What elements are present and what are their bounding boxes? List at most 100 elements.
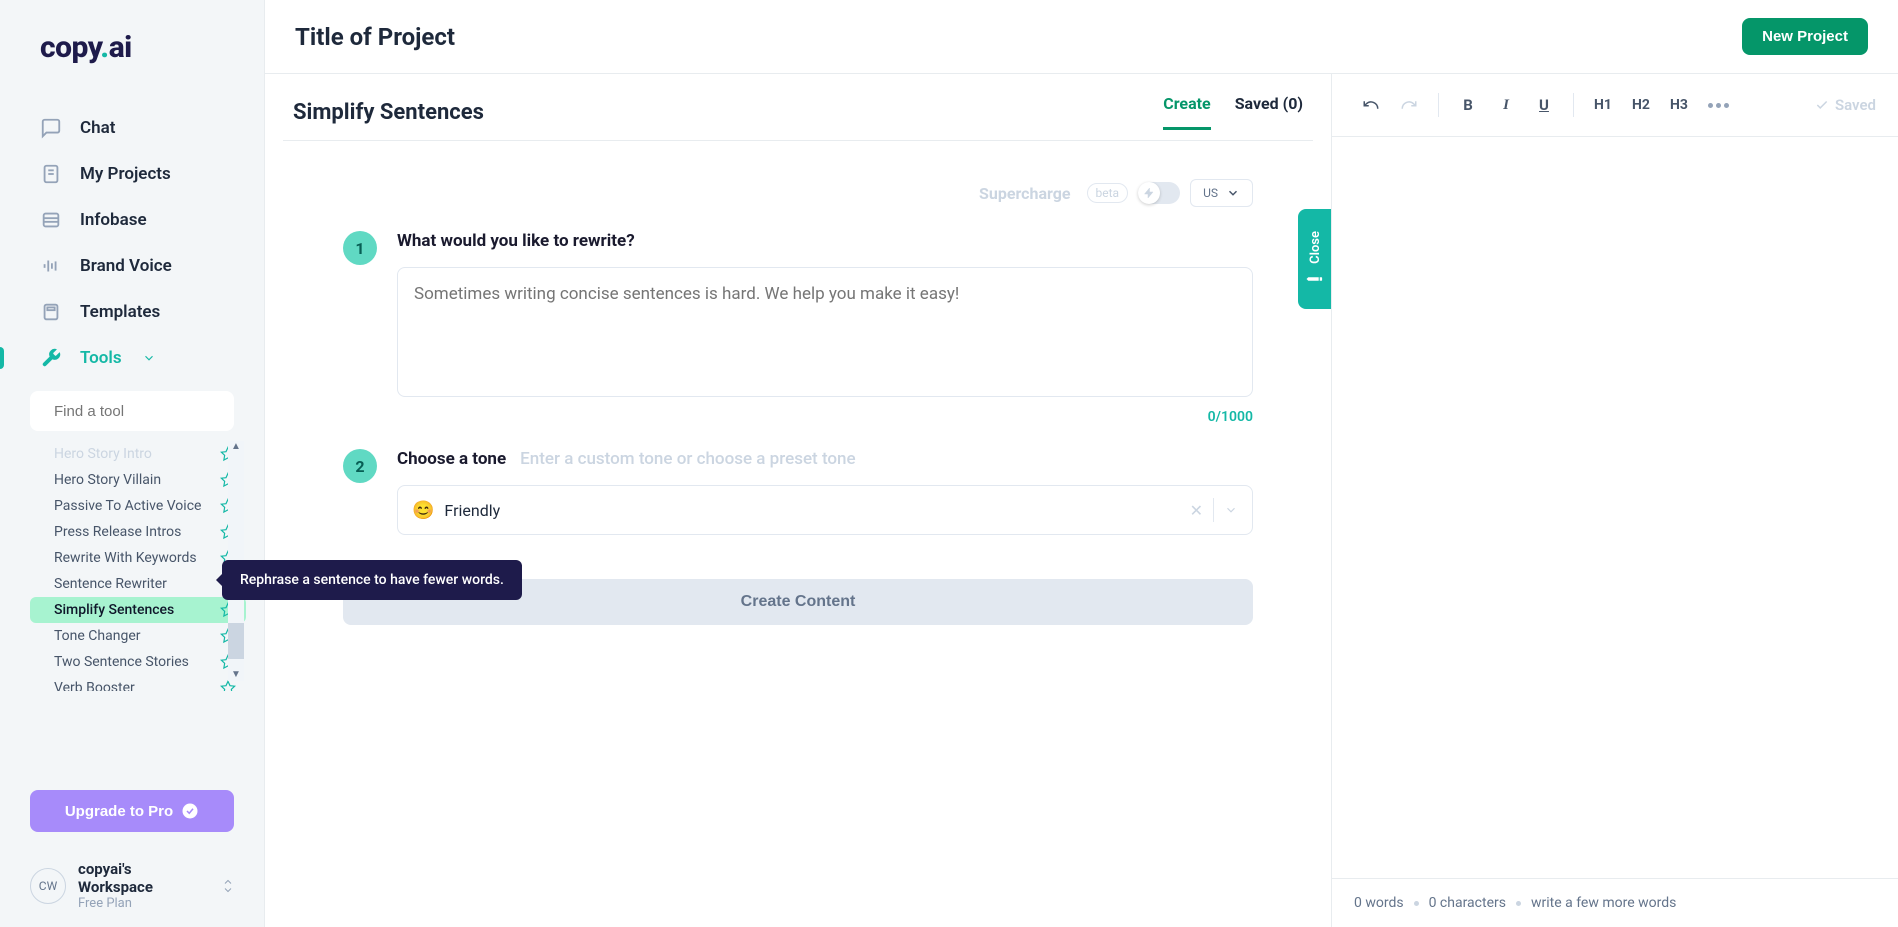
tool-label: Verb Booster: [54, 680, 135, 691]
editor-toolbar: B I U H1 H2 H3 Saved: [1332, 74, 1898, 137]
tool-label: Hero Story Villain: [54, 472, 161, 488]
workspace-switcher[interactable]: CW copyai's Workspace Free Plan: [0, 844, 264, 927]
step-1-title: What would you like to rewrite?: [397, 231, 1253, 251]
clear-tone-icon[interactable]: ✕: [1190, 501, 1203, 520]
scroll-up-icon[interactable]: ▲: [231, 441, 241, 453]
redo-button[interactable]: [1392, 88, 1426, 122]
step-2-badge: 2: [343, 449, 377, 483]
nav-tools[interactable]: Tools: [30, 335, 234, 381]
tool-item-verb-booster[interactable]: Verb Booster: [30, 675, 246, 691]
active-indicator: [0, 347, 4, 369]
wrench-icon: [40, 347, 62, 369]
editor-footer: 0 words 0 characters write a few more wo…: [1332, 878, 1898, 927]
tool-label: Hero Story Intro: [54, 446, 152, 462]
upgrade-button[interactable]: Upgrade to Pro: [30, 790, 234, 832]
check-icon: [1815, 98, 1829, 112]
tool-item-passive-active[interactable]: Passive To Active Voice: [30, 493, 246, 519]
tool-label: Passive To Active Voice: [54, 498, 201, 514]
step-1-badge: 1: [343, 231, 377, 265]
tool-item-two-sentence[interactable]: Two Sentence Stories: [30, 649, 246, 675]
bold-button[interactable]: B: [1451, 88, 1485, 122]
tool-search[interactable]: [30, 391, 234, 431]
tool-label: Press Release Intros: [54, 524, 181, 540]
underline-button[interactable]: U: [1527, 88, 1561, 122]
tool-item-hero-story-villain[interactable]: Hero Story Villain: [30, 467, 246, 493]
chevron-down-icon: [142, 351, 156, 365]
new-project-button[interactable]: New Project: [1742, 18, 1868, 55]
h3-button[interactable]: H3: [1662, 88, 1696, 122]
avatar: CW: [30, 868, 66, 904]
tool-item-simplify-sentences[interactable]: Simplify Sentences: [30, 597, 246, 623]
tooltip: Rephrase a sentence to have fewer words.: [222, 560, 522, 600]
nav-label: Infobase: [80, 210, 147, 230]
tone-select[interactable]: 😊 Friendly ✕: [397, 485, 1253, 535]
nav-label: Templates: [80, 302, 160, 322]
tabs: Create Saved (0): [1163, 94, 1303, 130]
pencil-icon: [1304, 268, 1327, 291]
tool-item-hero-story-intro[interactable]: Hero Story Intro: [30, 441, 246, 467]
nav-brand-voice[interactable]: Brand Voice: [30, 243, 234, 289]
close-label: Close: [1308, 231, 1323, 264]
search-input[interactable]: [54, 403, 253, 420]
char-counter: 0/1000: [397, 409, 1253, 425]
tool-item-rewrite-keywords[interactable]: Rewrite With Keywords: [30, 545, 246, 571]
h2-button[interactable]: H2: [1624, 88, 1658, 122]
language-select[interactable]: US: [1190, 179, 1253, 207]
document-icon: [40, 163, 62, 185]
italic-button[interactable]: I: [1489, 88, 1523, 122]
tool-label: Rewrite With Keywords: [54, 550, 197, 566]
tool-label: Two Sentence Stories: [54, 654, 189, 670]
redo-icon: [1400, 96, 1418, 114]
scroll-down-icon[interactable]: ▼: [231, 669, 241, 681]
bolt-icon: [1143, 187, 1155, 199]
project-title[interactable]: Title of Project: [295, 23, 455, 51]
more-button[interactable]: [1700, 103, 1737, 108]
form-panel: Simplify Sentences Create Saved (0) Supe…: [265, 74, 1332, 927]
tab-create[interactable]: Create: [1163, 94, 1210, 130]
nav-label: Chat: [80, 118, 115, 138]
nav-infobase[interactable]: Infobase: [30, 197, 234, 243]
close-panel-tab[interactable]: Close: [1298, 209, 1332, 309]
scrollbar-thumb[interactable]: [228, 623, 244, 659]
step-2-subtitle: Enter a custom tone or choose a preset t…: [520, 449, 855, 469]
nav-label: Tools: [80, 348, 122, 368]
lang-label: US: [1203, 186, 1218, 200]
star-icon[interactable]: [220, 680, 236, 691]
nav-label: My Projects: [80, 164, 171, 184]
saved-indicator: Saved: [1815, 96, 1876, 114]
tone-value: Friendly: [444, 501, 500, 520]
nav-templates[interactable]: Templates: [30, 289, 234, 335]
nav-chat[interactable]: Chat: [30, 105, 234, 151]
database-icon: [40, 209, 62, 231]
rewrite-textarea[interactable]: [397, 267, 1253, 397]
tool-item-sentence-rewriter[interactable]: Sentence Rewriter: [30, 571, 246, 597]
workspace-plan: Free Plan: [78, 896, 210, 911]
chevron-down-icon[interactable]: [1224, 503, 1238, 517]
tool-title: Simplify Sentences: [293, 100, 484, 125]
tool-label: Sentence Rewriter: [54, 576, 167, 592]
supercharge-toggle[interactable]: [1138, 182, 1180, 204]
template-icon: [40, 301, 62, 323]
footer-hint: write a few more words: [1531, 895, 1676, 911]
logo: copy.ai: [0, 0, 264, 105]
updown-icon: [222, 878, 234, 894]
main-nav: Chat My Projects Infobase Brand Voice Te…: [0, 105, 264, 381]
nav-my-projects[interactable]: My Projects: [30, 151, 234, 197]
word-count: 0 words: [1354, 895, 1404, 911]
chat-icon: [40, 117, 62, 139]
h1-button[interactable]: H1: [1586, 88, 1620, 122]
tool-item-tone-changer[interactable]: Tone Changer: [30, 623, 246, 649]
step-2-title: Choose a tone: [397, 449, 506, 469]
brand-voice-icon: [40, 255, 62, 277]
tab-saved[interactable]: Saved (0): [1235, 94, 1303, 130]
workspace-name: copyai's Workspace: [78, 860, 210, 896]
topbar: Title of Project New Project: [265, 0, 1898, 74]
editor-panel: B I U H1 H2 H3 Saved 0 words: [1332, 74, 1898, 927]
badge-icon: [181, 802, 199, 820]
nav-label: Brand Voice: [80, 256, 172, 276]
undo-button[interactable]: [1354, 88, 1388, 122]
tool-item-press-release[interactable]: Press Release Intros: [30, 519, 246, 545]
sidebar: copy.ai Chat My Projects Infobase Brand …: [0, 0, 265, 927]
tool-label: Simplify Sentences: [54, 602, 174, 618]
editor-body[interactable]: [1332, 137, 1898, 878]
